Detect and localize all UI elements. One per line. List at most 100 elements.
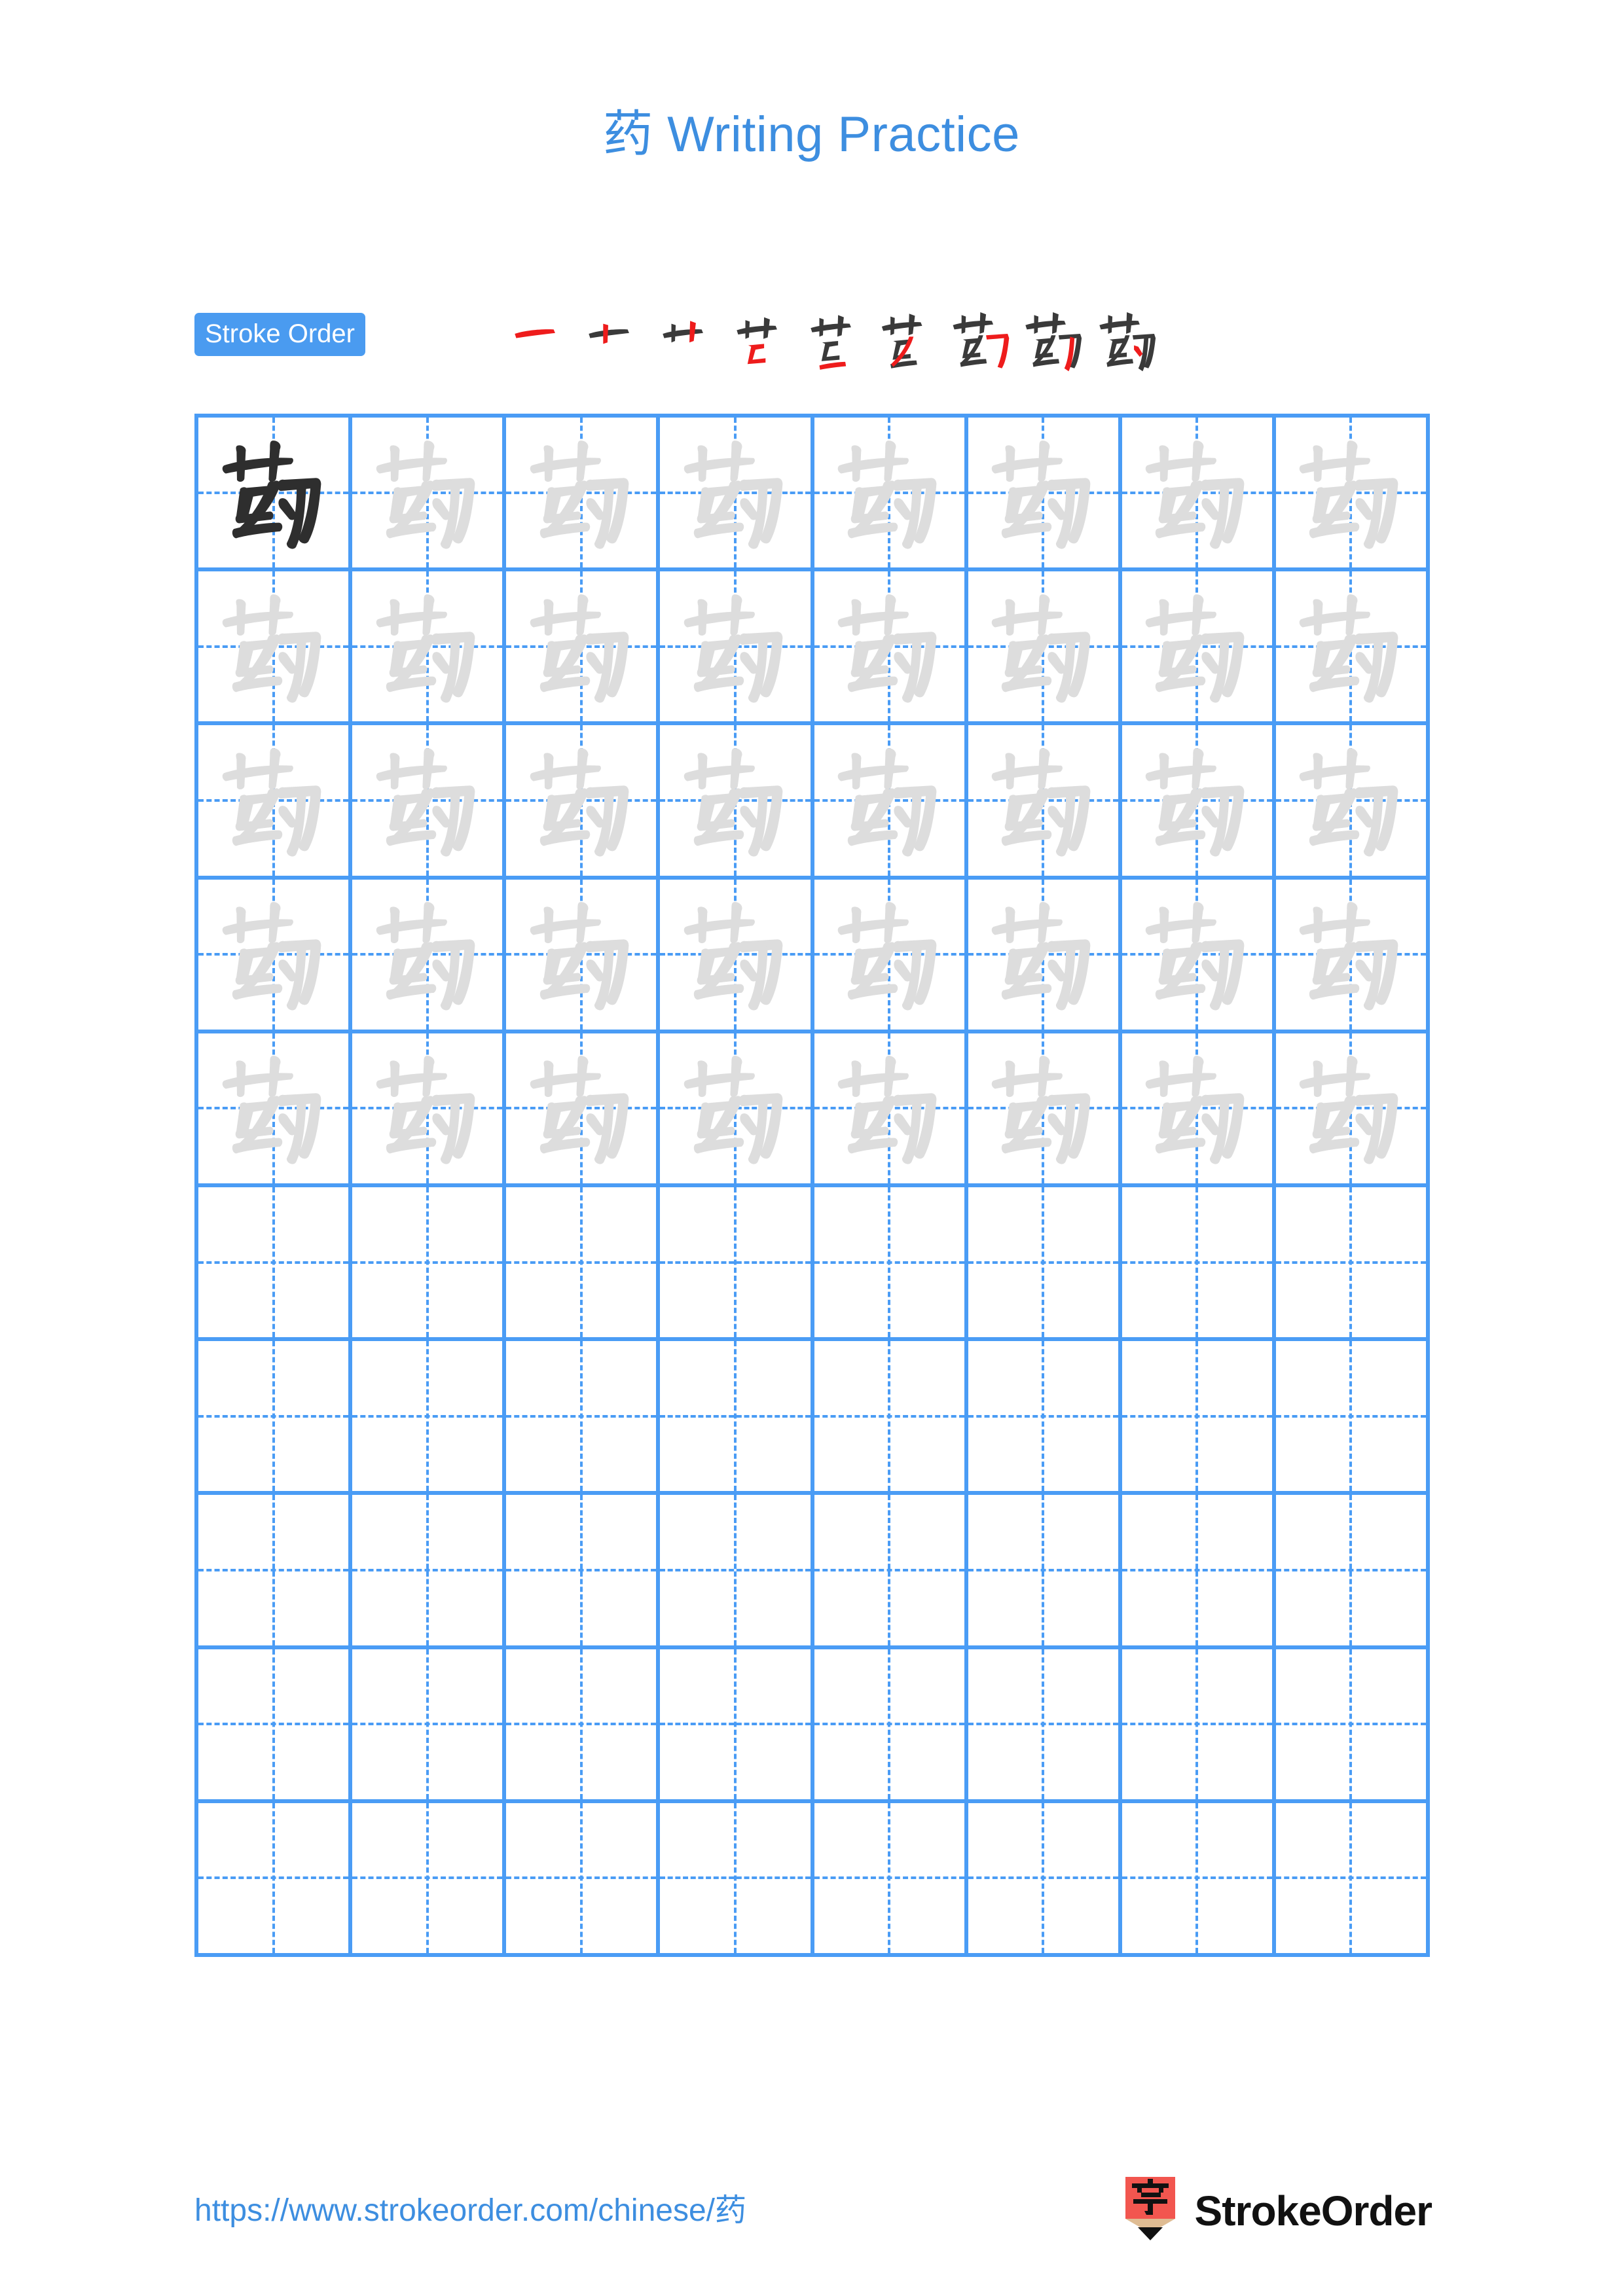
traced-character bbox=[814, 1033, 964, 1183]
traced-character bbox=[968, 725, 1118, 875]
practice-cell-r4-c3[interactable] bbox=[506, 879, 661, 1033]
practice-cell-r6-c1[interactable] bbox=[198, 1187, 353, 1342]
practice-cell-r4-c6[interactable] bbox=[968, 879, 1122, 1033]
practice-cell-r4-c5[interactable] bbox=[814, 879, 968, 1033]
practice-cell-r2-c7[interactable] bbox=[1122, 571, 1276, 726]
practice-cell-r3-c8[interactable] bbox=[1275, 725, 1430, 880]
practice-cell-r3-c4[interactable] bbox=[660, 725, 814, 880]
practice-cell-r6-c2[interactable] bbox=[352, 1187, 507, 1342]
practice-cell-r3-c3[interactable] bbox=[506, 725, 661, 880]
practice-cell-r9-c4[interactable] bbox=[660, 1649, 814, 1803]
traced-character bbox=[814, 725, 964, 875]
practice-cell-r2-c5[interactable] bbox=[814, 571, 968, 726]
practice-cell-r9-c7[interactable] bbox=[1122, 1649, 1276, 1803]
practice-cell-r8-c4[interactable] bbox=[660, 1495, 814, 1649]
practice-cell-r3-c6[interactable] bbox=[968, 725, 1122, 880]
practice-cell-r8-c6[interactable] bbox=[968, 1495, 1122, 1649]
practice-cell-r7-c7[interactable] bbox=[1122, 1341, 1276, 1496]
footer-url-link[interactable]: https://www.strokeorder.com/chinese/药 bbox=[194, 2195, 746, 2227]
practice-cell-r7-c1[interactable] bbox=[198, 1341, 353, 1496]
practice-cell-r7-c3[interactable] bbox=[506, 1341, 661, 1496]
traced-character bbox=[198, 725, 348, 875]
practice-cell-r10-c1[interactable] bbox=[198, 1803, 353, 1958]
practice-cell-r10-c7[interactable] bbox=[1122, 1803, 1276, 1958]
practice-grid-row bbox=[198, 879, 1430, 1033]
traced-character bbox=[1276, 571, 1426, 721]
practice-cell-r9-c8[interactable] bbox=[1275, 1649, 1430, 1803]
practice-cell-r5-c3[interactable] bbox=[506, 1033, 661, 1188]
practice-cell-r3-c1[interactable] bbox=[198, 725, 353, 880]
practice-cell-r5-c6[interactable] bbox=[968, 1033, 1122, 1188]
practice-cell-r8-c2[interactable] bbox=[352, 1495, 507, 1649]
practice-cell-r1-c5[interactable] bbox=[814, 418, 968, 572]
stroke-step-6 bbox=[871, 305, 945, 377]
practice-cell-r6-c8[interactable] bbox=[1275, 1187, 1430, 1342]
practice-cell-r6-c5[interactable] bbox=[814, 1187, 968, 1342]
practice-cell-r2-c6[interactable] bbox=[968, 571, 1122, 726]
practice-cell-r3-c2[interactable] bbox=[352, 725, 507, 880]
practice-cell-r9-c5[interactable] bbox=[814, 1649, 968, 1803]
practice-cell-r1-c7[interactable] bbox=[1122, 418, 1276, 572]
practice-cell-r5-c2[interactable] bbox=[352, 1033, 507, 1188]
practice-cell-r5-c5[interactable] bbox=[814, 1033, 968, 1188]
practice-cell-r1-c3[interactable] bbox=[506, 418, 661, 572]
practice-cell-r9-c3[interactable] bbox=[506, 1649, 661, 1803]
practice-cell-r4-c2[interactable] bbox=[352, 879, 507, 1033]
traced-character bbox=[1276, 725, 1426, 875]
traced-character bbox=[968, 880, 1118, 1030]
practice-cell-r8-c7[interactable] bbox=[1122, 1495, 1276, 1649]
practice-cell-r7-c8[interactable] bbox=[1275, 1341, 1430, 1496]
practice-cell-r1-c1[interactable] bbox=[198, 418, 353, 572]
practice-grid-row bbox=[198, 1187, 1430, 1342]
practice-cell-r5-c7[interactable] bbox=[1122, 1033, 1276, 1188]
practice-cell-r8-c1[interactable] bbox=[198, 1495, 353, 1649]
practice-cell-r2-c2[interactable] bbox=[352, 571, 507, 726]
traced-character bbox=[352, 1033, 502, 1183]
practice-cell-r7-c4[interactable] bbox=[660, 1341, 814, 1496]
practice-cell-r6-c3[interactable] bbox=[506, 1187, 661, 1342]
practice-cell-r1-c2[interactable] bbox=[352, 418, 507, 572]
practice-cell-r2-c1[interactable] bbox=[198, 571, 353, 726]
practice-cell-r1-c8[interactable] bbox=[1275, 418, 1430, 572]
practice-cell-r10-c8[interactable] bbox=[1275, 1803, 1430, 1958]
practice-cell-r10-c6[interactable] bbox=[968, 1803, 1122, 1958]
practice-cell-r6-c6[interactable] bbox=[968, 1187, 1122, 1342]
practice-cell-r6-c7[interactable] bbox=[1122, 1187, 1276, 1342]
traced-character bbox=[968, 418, 1118, 567]
practice-grid-row bbox=[198, 725, 1430, 880]
practice-cell-r3-c5[interactable] bbox=[814, 725, 968, 880]
practice-cell-r8-c5[interactable] bbox=[814, 1495, 968, 1649]
practice-cell-r7-c5[interactable] bbox=[814, 1341, 968, 1496]
practice-cell-r10-c2[interactable] bbox=[352, 1803, 507, 1958]
practice-cell-r2-c4[interactable] bbox=[660, 571, 814, 726]
practice-cell-r1-c4[interactable] bbox=[660, 418, 814, 572]
strokeorder-logo[interactable]: StrokeOrder bbox=[1123, 2177, 1432, 2245]
practice-cell-r4-c4[interactable] bbox=[660, 879, 814, 1033]
practice-cell-r5-c1[interactable] bbox=[198, 1033, 353, 1188]
practice-cell-r10-c4[interactable] bbox=[660, 1803, 814, 1958]
practice-cell-r3-c7[interactable] bbox=[1122, 725, 1276, 880]
practice-cell-r6-c4[interactable] bbox=[660, 1187, 814, 1342]
practice-cell-r7-c2[interactable] bbox=[352, 1341, 507, 1496]
traced-character bbox=[352, 571, 502, 721]
practice-cell-r5-c8[interactable] bbox=[1275, 1033, 1430, 1188]
traced-character bbox=[506, 1033, 656, 1183]
practice-cell-r4-c7[interactable] bbox=[1122, 879, 1276, 1033]
practice-grid-row bbox=[198, 1341, 1430, 1496]
practice-cell-r9-c1[interactable] bbox=[198, 1649, 353, 1803]
practice-cell-r9-c2[interactable] bbox=[352, 1649, 507, 1803]
practice-cell-r2-c3[interactable] bbox=[506, 571, 661, 726]
practice-cell-r8-c8[interactable] bbox=[1275, 1495, 1430, 1649]
practice-cell-r1-c6[interactable] bbox=[968, 418, 1122, 572]
practice-grid-row bbox=[198, 571, 1430, 726]
traced-character bbox=[198, 571, 348, 721]
practice-cell-r4-c1[interactable] bbox=[198, 879, 353, 1033]
practice-cell-r10-c3[interactable] bbox=[506, 1803, 661, 1958]
practice-cell-r9-c6[interactable] bbox=[968, 1649, 1122, 1803]
practice-cell-r5-c4[interactable] bbox=[660, 1033, 814, 1188]
practice-cell-r2-c8[interactable] bbox=[1275, 571, 1430, 726]
practice-cell-r4-c8[interactable] bbox=[1275, 879, 1430, 1033]
practice-cell-r10-c5[interactable] bbox=[814, 1803, 968, 1958]
practice-cell-r8-c3[interactable] bbox=[506, 1495, 661, 1649]
practice-cell-r7-c6[interactable] bbox=[968, 1341, 1122, 1496]
